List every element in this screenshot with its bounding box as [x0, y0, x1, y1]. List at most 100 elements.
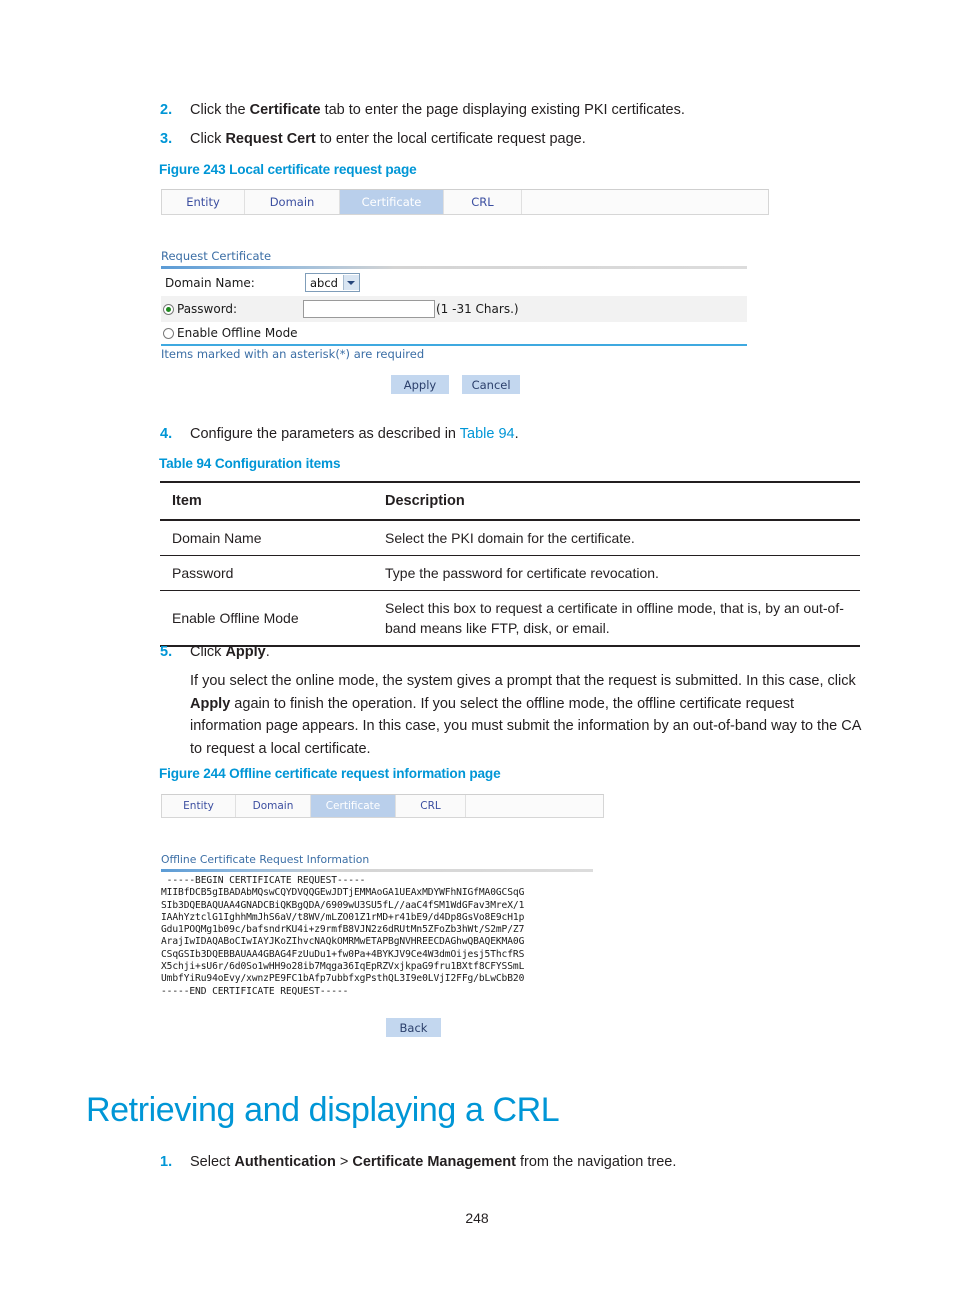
domain-name-label: Domain Name: — [165, 275, 255, 290]
tab-entity[interactable]: Entity — [162, 795, 236, 817]
tabbar-filler — [466, 795, 603, 817]
step-5-text-post: . — [265, 644, 270, 660]
table-94-header-row: Item Description — [160, 482, 860, 520]
step-crl-1-bold-authentication: Authentication — [234, 1154, 336, 1170]
figure-244-screenshot: Entity Domain Certificate CRL Offline Ce… — [161, 794, 604, 1038]
tab-certificate-label: Certificate — [361, 195, 422, 209]
domain-name-value: abcd — [310, 275, 338, 290]
tab-crl-label: CRL — [471, 195, 494, 209]
step-crl-1-text-pre: Select — [190, 1154, 235, 1170]
table-row: Domain Name Select the PKI domain for th… — [160, 520, 860, 556]
figure-244-spacer — [161, 818, 604, 853]
step-5-text: Click Apply. — [190, 641, 270, 663]
tab-domain[interactable]: Domain — [236, 795, 311, 817]
table-94-header-item: Item — [172, 493, 202, 509]
step-crl-1-bold-certificate-management: Certificate Management — [352, 1154, 516, 1170]
domain-name-row: Domain Name: abcd — [161, 269, 747, 296]
offline-mode-radio[interactable] — [163, 327, 174, 339]
tab-certificate-label: Certificate — [325, 800, 381, 812]
step-3-number: 3. — [160, 131, 173, 147]
tab-domain-label: Domain — [252, 800, 294, 812]
step-5: 5. Click Apply. — [160, 641, 880, 663]
step-2-bold-certificate: Certificate — [249, 102, 321, 118]
step-crl-1: 1. Select Authentication > Certificate M… — [160, 1151, 900, 1173]
domain-name-select[interactable]: abcd — [305, 273, 360, 292]
apply-button[interactable]: Apply — [391, 375, 449, 394]
offline-mode-row: Enable Offline Mode — [161, 322, 747, 344]
step-4-text-post: . — [514, 426, 519, 442]
step-5-number: 5. — [160, 644, 173, 660]
password-input[interactable] — [303, 300, 435, 318]
tab-domain[interactable]: Domain — [245, 190, 340, 214]
tab-entity-label: Entity — [186, 195, 220, 209]
step-2-text-pre: Click the — [190, 102, 250, 118]
step-5-paragraph-part2: again to finish the operation. If you se… — [190, 695, 861, 757]
step-4-number: 4. — [160, 426, 173, 442]
table-94-cell-description-0: Select the PKI domain for the certificat… — [385, 530, 635, 546]
step-3-bold-request-cert: Request Cert — [225, 131, 316, 147]
tab-entity[interactable]: Entity — [162, 190, 245, 214]
section-divider — [161, 869, 593, 872]
step-5-paragraph-part1: If you select the online mode, the syste… — [190, 673, 856, 689]
step-4: 4. Configure the parameters as described… — [160, 423, 880, 445]
certificate-request-text: -----BEGIN CERTIFICATE REQUEST----- MIIB… — [161, 875, 525, 997]
figure-243-screenshot: Entity Domain Certificate CRL Request Ce… — [161, 189, 769, 394]
table-94-cell-description-1: Type the password for certificate revoca… — [373, 555, 860, 591]
password-label: Password: — [177, 302, 238, 316]
step-2: 2. Click the Certificate tab to enter th… — [160, 99, 880, 121]
password-radio[interactable] — [163, 303, 174, 315]
figure-243-caption: Figure 243 Local certificate request pag… — [159, 162, 417, 177]
request-certificate-panel: Request Certificate Domain Name: abcd Pa… — [161, 249, 747, 394]
figure-244-tabbar: Entity Domain Certificate CRL — [161, 794, 604, 818]
table-94-link[interactable]: Table 94 — [460, 426, 515, 442]
request-certificate-title: Request Certificate — [161, 249, 272, 263]
table-94-head: Item Description — [160, 482, 860, 520]
step-3-text-post: to enter the local certificate request p… — [315, 131, 586, 147]
table-94-cell-description-2: Select this box to request a certificate… — [373, 590, 860, 647]
password-row: Password: (1 -31 Chars.) — [161, 296, 747, 322]
step-3-text: Click Request Cert to enter the local ce… — [190, 128, 586, 150]
tab-entity-label: Entity — [183, 800, 214, 812]
step-crl-1-number: 1. — [160, 1154, 173, 1170]
back-button[interactable]: Back — [386, 1018, 441, 1038]
cancel-button[interactable]: Cancel — [462, 375, 521, 394]
step-3-text-pre: Click — [190, 131, 226, 147]
required-note: Items marked with an asterisk(*) are req… — [161, 346, 425, 361]
step-5-paragraph: If you select the online mode, the syste… — [190, 670, 867, 760]
tabbar-filler — [522, 190, 768, 214]
page-number: 248 — [465, 1210, 489, 1226]
table-94: Item Description Domain Name Select the … — [160, 481, 860, 647]
table-row: Enable Offline Mode Select this box to r… — [160, 590, 860, 647]
chevron-down-icon[interactable] — [342, 275, 359, 290]
step-4-text-pre: Configure the parameters as described in — [190, 426, 460, 442]
step-5-paragraph-bold-apply: Apply — [190, 695, 231, 712]
offline-request-title: Offline Certificate Request Information — [161, 853, 370, 866]
offline-mode-label-group: Enable Offline Mode — [161, 326, 298, 340]
table-94-cell-item-0: Domain Name — [172, 530, 262, 546]
step-4-text: Configure the parameters as described in… — [190, 423, 519, 445]
figure-243-spacer — [161, 215, 769, 249]
tab-certificate[interactable]: Certificate — [311, 795, 396, 817]
step-2-text: Click the Certificate tab to enter the p… — [190, 99, 685, 121]
tab-crl[interactable]: CRL — [396, 795, 466, 817]
table-94-cell-item-1: Password — [160, 555, 373, 591]
table-94-header-description: Description — [385, 493, 465, 509]
step-crl-1-separator: > — [335, 1154, 353, 1170]
tab-crl[interactable]: CRL — [444, 190, 522, 214]
table-94-cell-item-2: Enable Offline Mode — [160, 590, 373, 647]
page-heading-crl: Retrieving and displaying a CRL — [86, 1091, 560, 1129]
figure-244-caption: Figure 244 Offline certificate request i… — [159, 766, 501, 781]
table-row: Password Type the password for certifica… — [160, 555, 860, 591]
figure-243-tabbar: Entity Domain Certificate CRL — [161, 189, 769, 215]
step-5-text-pre: Click — [190, 644, 226, 660]
tab-domain-label: Domain — [269, 195, 315, 209]
figure-243-actions: Apply Cancel — [161, 374, 747, 394]
tab-crl-label: CRL — [420, 800, 441, 812]
step-2-text-post: tab to enter the page displaying existin… — [320, 102, 685, 118]
step-2-number: 2. — [160, 102, 173, 118]
figure-244-actions: Back — [161, 1017, 593, 1038]
document-page: 2. Click the Certificate tab to enter th… — [0, 0, 954, 1296]
step-crl-1-text: Select Authentication > Certificate Mana… — [190, 1151, 676, 1173]
step-3: 3. Click Request Cert to enter the local… — [160, 128, 880, 150]
tab-certificate[interactable]: Certificate — [340, 190, 444, 214]
